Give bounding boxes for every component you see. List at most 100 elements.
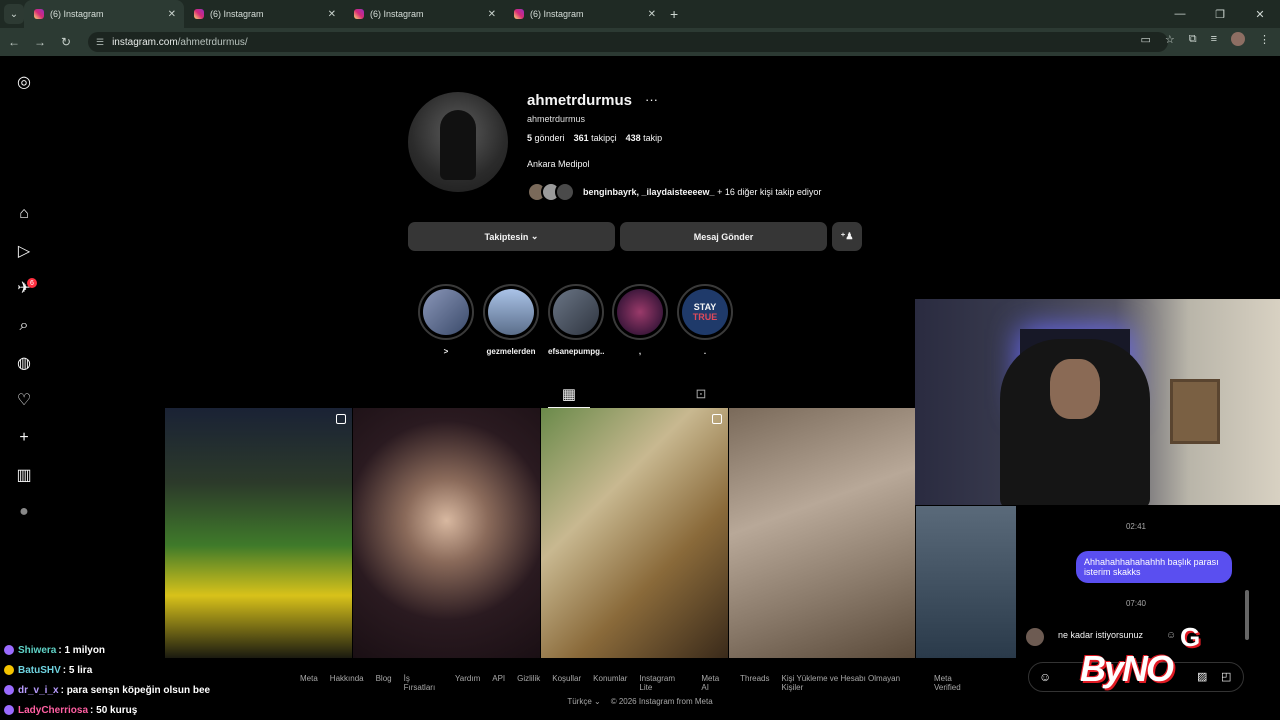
- post-thumbnail[interactable]: [729, 408, 915, 658]
- create-icon[interactable]: +: [14, 428, 34, 448]
- close-tab-icon[interactable]: ✕: [168, 9, 176, 20]
- followers-stat[interactable]: 361 takipçi: [574, 133, 617, 143]
- notification-badge: 6: [27, 278, 37, 288]
- webcam-overlay: [915, 299, 1280, 505]
- explore-icon[interactable]: ◍: [14, 353, 34, 373]
- posts-grid-tab-icon[interactable]: ▦: [548, 380, 590, 408]
- minimize-icon[interactable]: —: [1160, 0, 1200, 28]
- tab-search-button[interactable]: ⌄: [4, 4, 24, 24]
- footer-link[interactable]: Instagram Lite: [639, 674, 689, 692]
- close-tab-icon[interactable]: ✕: [648, 9, 656, 20]
- reload-icon[interactable]: ↻: [54, 35, 78, 49]
- footer-link[interactable]: Yardım: [455, 674, 480, 692]
- address-bar-row: ← → ↻ ☰ instagram.com/ahmetrdurmus/ ▭ ☆ …: [0, 28, 1280, 56]
- profile-bio: Ankara Medipol: [527, 159, 590, 169]
- highlight[interactable]: >: [418, 284, 474, 356]
- footer-link[interactable]: İş Fırsatları: [404, 674, 443, 692]
- chat-badge-icon: [4, 645, 14, 655]
- footer-link[interactable]: Meta: [300, 674, 318, 692]
- stream-logo-g: G: [1180, 622, 1201, 652]
- reels-icon[interactable]: ▷: [14, 241, 34, 261]
- footer-link[interactable]: Gizlilik: [517, 674, 540, 692]
- close-tab-icon[interactable]: ✕: [328, 9, 336, 20]
- profile-avatar-icon[interactable]: [1231, 32, 1245, 46]
- footer-link[interactable]: Blog: [376, 674, 392, 692]
- highlight[interactable]: STAY TRUE .: [677, 284, 733, 356]
- browser-tab[interactable]: (6) Instagram ✕: [344, 0, 504, 28]
- chat-timestamp: 02:41: [1125, 522, 1147, 531]
- post-thumbnail[interactable]: [353, 408, 540, 658]
- instagram-favicon-icon: [354, 9, 364, 19]
- forward-icon[interactable]: →: [28, 35, 52, 49]
- outgoing-message[interactable]: Ahhahahhahahahhh başlık parası isterim s…: [1076, 551, 1232, 583]
- post-thumbnail[interactable]: [541, 408, 728, 658]
- profile-icon[interactable]: ●: [14, 502, 34, 522]
- heart-icon[interactable]: ♡: [14, 390, 34, 410]
- instagram-logo-icon[interactable]: ◎: [14, 72, 34, 92]
- url-input[interactable]: ☰ instagram.com/ahmetrdurmus/: [88, 32, 1168, 52]
- sticker-icon[interactable]: ◰: [1221, 670, 1231, 683]
- language-select[interactable]: Türkçe ⌄: [567, 697, 600, 706]
- browser-menu-icon[interactable]: ⋮: [1259, 33, 1270, 46]
- following-stat[interactable]: 438 takip: [626, 133, 663, 143]
- search-icon[interactable]: ⌕: [14, 316, 34, 336]
- chat-scrollbar[interactable]: [1245, 590, 1249, 640]
- image-icon[interactable]: ▨: [1197, 670, 1207, 683]
- browser-tab[interactable]: (6) Instagram ✕: [24, 0, 184, 28]
- new-tab-icon[interactable]: +: [670, 6, 678, 22]
- browser-tab[interactable]: (6) Instagram ✕: [504, 0, 664, 28]
- footer-link[interactable]: Kişi Yükleme ve Hesabı Olmayan Kişiler: [781, 674, 922, 692]
- close-tab-icon[interactable]: ✕: [488, 9, 496, 20]
- suggest-users-icon[interactable]: ⁺♟: [832, 222, 862, 251]
- media-icon[interactable]: ≡: [1211, 33, 1217, 45]
- highlight[interactable]: efsanepumpg...: [548, 284, 604, 356]
- site-info-icon[interactable]: ☰: [96, 37, 104, 48]
- dashboard-icon[interactable]: ▥: [14, 465, 34, 485]
- footer-link[interactable]: Hakkında: [330, 674, 364, 692]
- footer-link[interactable]: Meta Verified: [934, 674, 980, 692]
- chat-badge-icon: [4, 665, 14, 675]
- footer-link[interactable]: Meta AI: [701, 674, 728, 692]
- following-button[interactable]: Takiptesin ⌄: [408, 222, 615, 251]
- close-window-icon[interactable]: ✕: [1240, 0, 1280, 28]
- tagged-tab-icon[interactable]: ⊡: [680, 380, 722, 408]
- post-thumbnail[interactable]: [165, 408, 352, 658]
- browser-tab[interactable]: (6) Instagram ✕: [184, 0, 344, 28]
- footer-link[interactable]: Konumlar: [593, 674, 627, 692]
- chat-badge-icon: [4, 685, 14, 695]
- highlight[interactable]: ,: [612, 284, 668, 356]
- webcam-picture-frame: [1170, 379, 1220, 444]
- profile-stats: 5 gönderi 361 takipçi 438 takip: [527, 133, 662, 143]
- react-emoji-icon[interactable]: ☺: [1166, 630, 1176, 641]
- home-icon[interactable]: ⌂: [14, 204, 34, 224]
- profile-figure: [440, 110, 476, 180]
- emoji-icon[interactable]: ☺: [1039, 670, 1051, 684]
- webcam-face: [1050, 359, 1100, 419]
- post-thumbnail[interactable]: [916, 506, 1016, 658]
- tab-title: (6) Instagram: [50, 9, 104, 19]
- multi-post-icon: [712, 414, 722, 424]
- footer-link[interactable]: Koşullar: [552, 674, 581, 692]
- footer-bottom: Türkçe ⌄ © 2026 Instagram from Meta: [500, 697, 780, 706]
- footer-link[interactable]: API: [492, 674, 505, 692]
- profile-username: ahmetrdurmus: [527, 92, 633, 109]
- stream-chat-message: dr_v_i_x: para senşn köpeğin olsun bee: [0, 680, 300, 700]
- instagram-sidebar: ◎ ⌂ ▷ ✈ 6 ⌕ ◍ ♡ + ▥ ●: [0, 56, 48, 720]
- followed-by[interactable]: benginbayrk, _ilaydaisteeeew_ + 16 diğer…: [527, 182, 821, 202]
- multi-post-icon: [336, 414, 346, 424]
- chat-avatar[interactable]: [1026, 628, 1044, 646]
- highlight[interactable]: gezmelerden: [483, 284, 539, 356]
- profile-picture[interactable]: [408, 92, 508, 192]
- back-icon[interactable]: ←: [2, 35, 26, 49]
- footer-link[interactable]: Threads: [740, 674, 769, 692]
- cast-icon[interactable]: ▭: [1140, 33, 1150, 46]
- extensions-icon[interactable]: ⧉: [1189, 33, 1197, 46]
- more-options-icon[interactable]: ···: [645, 92, 658, 107]
- toolbar-actions: ▭ ☆ ⧉ ≡ ⋮: [1140, 32, 1270, 46]
- maximize-icon[interactable]: ❐: [1200, 0, 1240, 28]
- message-button[interactable]: Mesaj Gönder: [620, 222, 827, 251]
- stream-chat-overlay: Shiwera: 1 milyon BatuSHV: 5 lira dr_v_i…: [0, 640, 300, 720]
- stream-chat-message: BatuSHV: 5 lira: [0, 660, 300, 680]
- bookmark-star-icon[interactable]: ☆: [1165, 33, 1175, 46]
- incoming-message[interactable]: ne kadar istiyorsunuz: [1058, 630, 1143, 640]
